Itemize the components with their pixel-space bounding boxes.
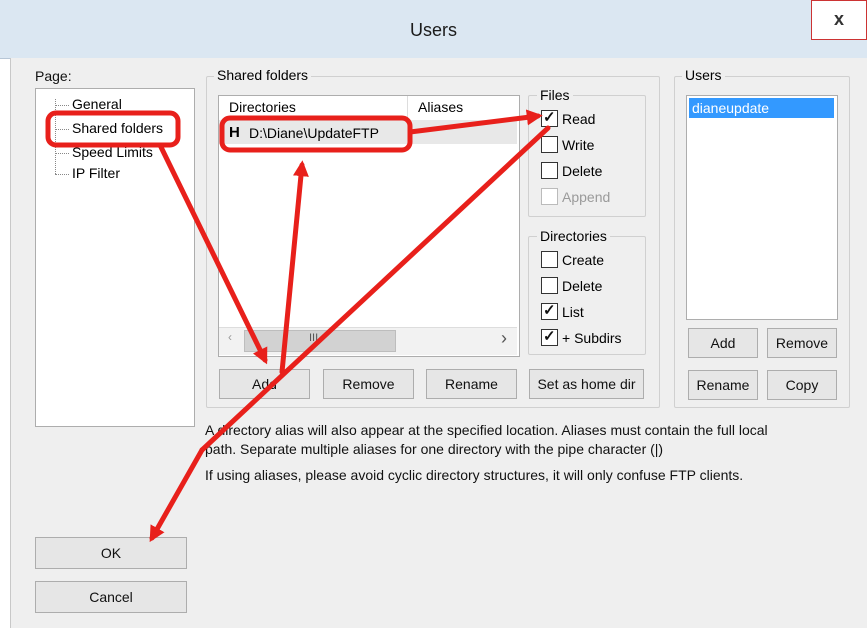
dirs-subdirs-label: + Subdirs [562,330,622,346]
tree-item-ip-filter[interactable]: IP Filter [55,165,120,181]
ok-button[interactable]: OK [35,537,187,569]
user-list-item[interactable]: dianeupdate [689,98,834,118]
files-write-label: Write [562,137,595,153]
close-button[interactable]: x [811,0,867,40]
scroll-left-icon[interactable]: ‹ [220,330,240,350]
files-write-checkbox[interactable] [541,136,558,153]
shared-folders-title: Shared folders [214,67,312,83]
window-title: Users [409,20,457,40]
rename-folder-button[interactable]: Rename [426,369,517,399]
dirs-list-label: List [562,304,584,320]
dirs-create-checkbox[interactable] [541,251,558,268]
page-tree [35,88,195,427]
files-read-label: Read [562,111,596,127]
remove-folder-button[interactable]: Remove [323,369,414,399]
directory-path: D:\Diane\UpdateFTP [249,125,379,141]
files-read-checkbox[interactable] [541,108,558,127]
files-delete-label: Delete [562,163,603,179]
dirs-delete-label: Delete [562,278,603,294]
tree-item-label: Speed Limits [72,144,153,160]
dirs-create-label: Create [562,252,605,268]
rename-user-button[interactable]: Rename [688,370,758,400]
info-text-line2: path. Separate multiple aliases for one … [205,441,664,457]
scroll-grip-icon: III [309,332,319,344]
copy-user-button[interactable]: Copy [767,370,837,400]
column-aliases[interactable]: Aliases [408,96,518,118]
tree-item-label: General [72,96,122,112]
dirs-subdirs-checkbox[interactable] [541,327,558,346]
dirs-list-checkbox[interactable] [541,301,558,320]
files-title: Files [537,87,573,103]
directories-title: Directories [537,228,610,244]
scroll-right-icon[interactable]: › [494,328,514,349]
files-delete-checkbox[interactable] [541,162,558,179]
info-text-line3: If using aliases, please avoid cyclic di… [205,467,744,483]
tree-item-general[interactable]: General [55,96,122,112]
cancel-button[interactable]: Cancel [35,581,187,613]
files-append-checkbox[interactable] [541,188,558,205]
files-append-label: Append [562,189,611,205]
dirs-delete-checkbox[interactable] [541,277,558,294]
add-folder-button[interactable]: Add [219,369,310,399]
add-user-button[interactable]: Add [688,328,758,358]
info-text-line1: A directory alias will also appear at th… [205,422,768,438]
remove-user-button[interactable]: Remove [767,328,837,358]
page-label: Page: [35,68,72,84]
home-dir-marker: H [229,124,240,141]
tree-item-label: Shared folders [72,120,164,136]
users-list[interactable] [686,95,838,320]
tree-item-speed-limits[interactable]: Speed Limits [55,144,153,160]
tree-item-label: IP Filter [72,165,120,181]
tree-item-shared-folders[interactable]: Shared folders [55,120,163,136]
scroll-thumb[interactable] [244,330,396,352]
users-title: Users [682,67,725,83]
set-home-dir-button[interactable]: Set as home dir [529,369,644,399]
column-directories[interactable]: Directories [219,96,408,118]
